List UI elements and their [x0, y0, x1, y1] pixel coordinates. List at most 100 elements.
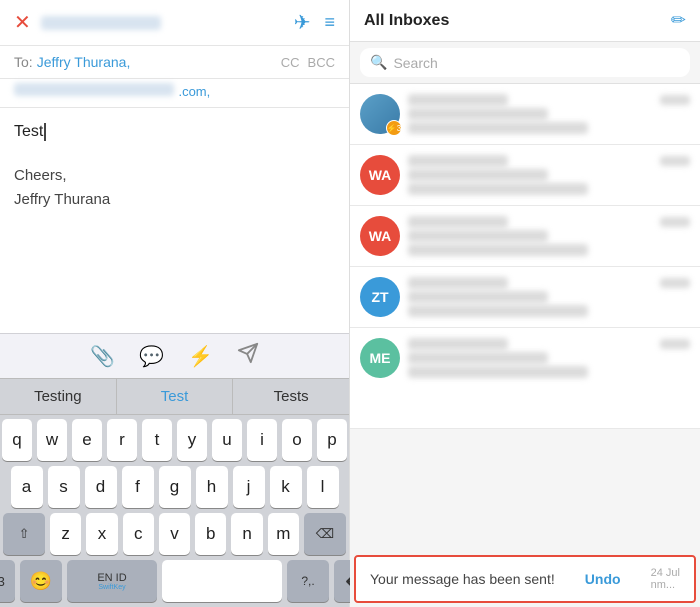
notification-time: 24 Julnm... [651, 567, 680, 591]
inbox-preview-blurred [408, 244, 588, 256]
key-j[interactable]: j [233, 466, 265, 508]
cc-label[interactable]: CC [281, 55, 300, 70]
key-c[interactable]: c [123, 513, 154, 555]
inbox-preview-blurred [408, 122, 588, 134]
compose-signature: Cheers, Jeffry Thurana [14, 164, 335, 212]
search-input-wrap[interactable]: 🔍 Search [360, 48, 690, 77]
key-g[interactable]: g [159, 466, 191, 508]
attach-icon[interactable]: 📎 [90, 344, 115, 369]
key-h[interactable]: h [196, 466, 228, 508]
inbox-item-row2 [408, 230, 690, 242]
key-p[interactable]: p [317, 419, 347, 461]
inbox-subject-blurred [408, 291, 548, 303]
inbox-preview-blurred [408, 305, 588, 317]
avatar-wrap-5: ME [360, 338, 400, 378]
key-lang[interactable]: EN ID SwiftKey [67, 560, 157, 602]
compose-to-row: To: Jeffry Thurana, CC BCC [0, 46, 349, 79]
compose-from-blurred [41, 16, 161, 30]
notification-undo-button[interactable]: Undo [585, 571, 621, 587]
inbox-preview-blurred [408, 183, 588, 195]
inbox-item-row1 [408, 338, 690, 350]
avatar-wrap-1: ⚡3 [360, 94, 400, 134]
inbox-item-content-2 [408, 155, 690, 195]
inbox-item[interactable]: WA [350, 145, 700, 206]
key-v[interactable]: v [159, 513, 190, 555]
forward-icon[interactable] [237, 342, 259, 370]
autocomplete-testing[interactable]: Testing [0, 379, 117, 414]
avatar-2: WA [360, 155, 400, 195]
key-123[interactable]: 123 [0, 560, 15, 602]
inbox-item-row1 [408, 216, 690, 228]
key-w[interactable]: w [37, 419, 67, 461]
avatar-4: ZT [360, 277, 400, 317]
inbox-item-row3 [408, 366, 690, 378]
notification-text: Your message has been sent! [370, 571, 555, 587]
key-space[interactable] [162, 560, 282, 602]
key-shift[interactable]: ⇧ [3, 513, 45, 555]
inbox-subject-blurred [408, 352, 548, 364]
key-o[interactable]: o [282, 419, 312, 461]
inbox-subject-blurred [408, 169, 548, 181]
bcc-label[interactable]: BCC [308, 55, 335, 70]
key-d[interactable]: d [85, 466, 117, 508]
key-f[interactable]: f [122, 466, 154, 508]
bolt-icon[interactable]: ⚡ [188, 344, 213, 369]
key-b[interactable]: b [195, 513, 226, 555]
key-y[interactable]: y [177, 419, 207, 461]
avatar-wrap-4: ZT [360, 277, 400, 317]
avatar-3: WA [360, 216, 400, 256]
keyboard-bottom-row: 123 😊 EN ID SwiftKey ?,. ↵ [3, 560, 346, 602]
inbox-date-blurred [660, 95, 690, 105]
inbox-item-row2 [408, 108, 690, 120]
key-x[interactable]: x [86, 513, 117, 555]
inbox-item[interactable]: WA [350, 206, 700, 267]
inbox-header: All Inboxes ✏ [350, 0, 700, 42]
key-e[interactable]: e [72, 419, 102, 461]
key-l[interactable]: l [307, 466, 339, 508]
search-icon: 🔍 [370, 54, 387, 71]
inbox-item-row1 [408, 155, 690, 167]
inbox-item-content-4 [408, 277, 690, 317]
key-m[interactable]: m [268, 513, 299, 555]
key-i[interactable]: i [247, 419, 277, 461]
key-t[interactable]: t [142, 419, 172, 461]
close-icon[interactable]: ✕ [14, 10, 31, 35]
autocomplete-tests[interactable]: Tests [233, 379, 349, 414]
avatar-5: ME [360, 338, 400, 378]
inbox-date-blurred [660, 339, 690, 349]
inbox-item[interactable]: ⚡3 [350, 84, 700, 145]
key-u[interactable]: u [212, 419, 242, 461]
compose-body[interactable]: Test Cheers, Jeffry Thurana [0, 108, 349, 333]
key-k[interactable]: k [270, 466, 302, 508]
inbox-title: All Inboxes [364, 12, 449, 30]
inbox-item[interactable]: ME [350, 328, 700, 429]
comment-icon[interactable]: 💬 [139, 344, 164, 369]
menu-icon[interactable]: ≡ [324, 12, 335, 33]
key-emoji[interactable]: 😊 [20, 560, 62, 602]
key-a[interactable]: a [11, 466, 43, 508]
key-z[interactable]: z [50, 513, 81, 555]
compose-new-icon[interactable]: ✏ [671, 10, 686, 31]
inbox-date-blurred [660, 278, 690, 288]
send-icon[interactable]: ✈ [294, 10, 311, 35]
keyboard-row-2: a s d f g h j k l [3, 466, 346, 508]
inbox-item-row2 [408, 352, 690, 364]
key-s[interactable]: s [48, 466, 80, 508]
inbox-panel: All Inboxes ✏ 🔍 Search ⚡3 [350, 0, 700, 607]
inbox-item-row3 [408, 122, 690, 134]
compose-header-left: ✕ [14, 10, 161, 35]
key-backspace[interactable]: ⌫ [304, 513, 346, 555]
inbox-item[interactable]: ZT [350, 267, 700, 328]
inbox-sender-blurred [408, 338, 508, 350]
to-name[interactable]: Jeffry Thurana, [37, 54, 131, 70]
inbox-date-blurred [660, 156, 690, 166]
inbox-item-content-3 [408, 216, 690, 256]
autocomplete-test[interactable]: Test [117, 379, 234, 414]
key-special-chars[interactable]: ?,. [287, 560, 329, 602]
key-q[interactable]: q [2, 419, 32, 461]
inbox-sender-blurred [408, 216, 508, 228]
email-blurred [14, 83, 174, 96]
key-r[interactable]: r [107, 419, 137, 461]
key-n[interactable]: n [231, 513, 262, 555]
compose-header: ✕ ✈ ≡ [0, 0, 349, 46]
